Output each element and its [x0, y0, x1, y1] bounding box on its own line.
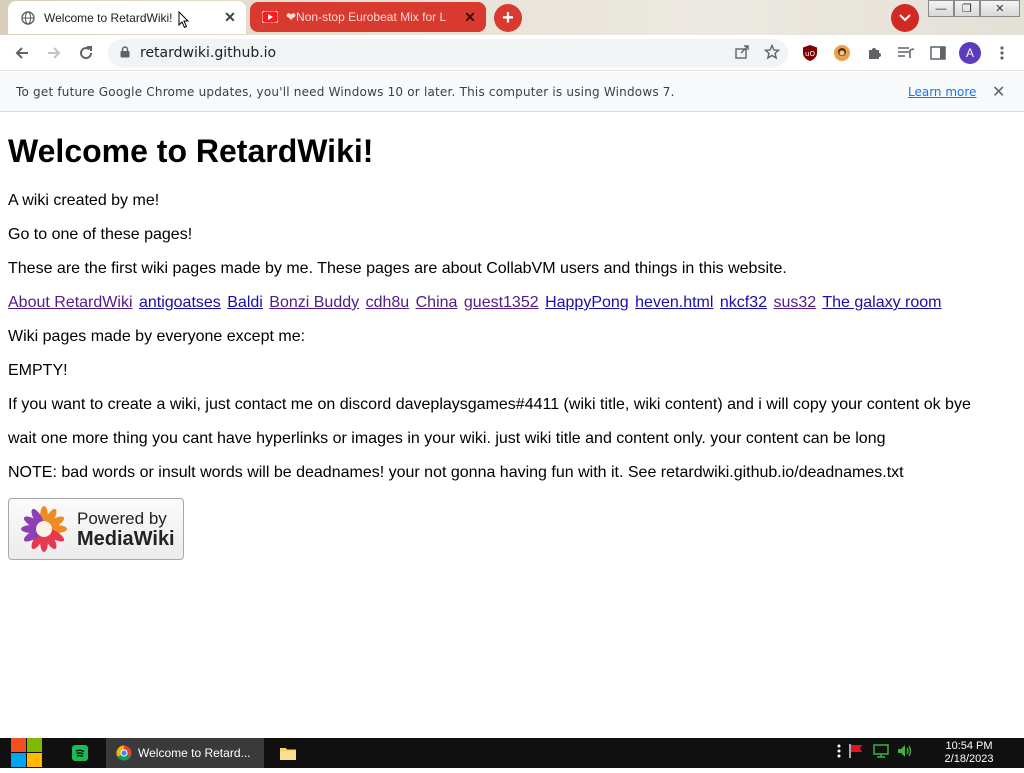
- paragraph: Wiki pages made by everyone except me:: [8, 328, 306, 345]
- reload-button[interactable]: [74, 41, 98, 65]
- lock-icon[interactable]: [120, 45, 130, 61]
- puzzle-extensions-icon[interactable]: [864, 43, 884, 63]
- link-heven-html[interactable]: heven.html: [635, 294, 713, 311]
- link-bonzi-buddy[interactable]: Bonzi Buddy: [269, 294, 359, 311]
- close-window-button[interactable]: ✕: [979, 0, 1020, 17]
- tab-retardwiki[interactable]: Welcome to RetardWiki! ✕: [8, 1, 246, 34]
- paragraph: Go to one of these pages!: [8, 226, 193, 243]
- svg-text:uO: uO: [805, 50, 815, 58]
- link-happypong[interactable]: HappyPong: [545, 294, 629, 311]
- infobar-close-button[interactable]: ✕: [992, 82, 1005, 101]
- back-button[interactable]: [10, 41, 34, 65]
- forward-button[interactable]: [42, 41, 66, 65]
- link-sus32[interactable]: sus32: [773, 294, 816, 311]
- link-china[interactable]: China: [416, 294, 458, 311]
- taskbar-clock[interactable]: 10:54 PM 2/18/2023: [934, 740, 1004, 766]
- tab-close-button[interactable]: ✕: [220, 8, 240, 28]
- link-nkcf32[interactable]: nkcf32: [720, 294, 767, 311]
- tab-eurobeat[interactable]: ❤Non-stop Eurobeat Mix for L ✕: [250, 2, 486, 32]
- tab-search-button[interactable]: [891, 4, 919, 32]
- page-title: Welcome to RetardWiki!: [8, 133, 374, 169]
- taskbar-window-title: Welcome to Retard...: [138, 746, 251, 760]
- arrow-left-icon: [15, 47, 28, 59]
- profile-extension-icon[interactable]: [832, 43, 852, 63]
- wiki-links: About RetardWiki antigoatses Baldi Bonzi…: [8, 294, 944, 312]
- mouse-cursor-icon: [178, 11, 190, 29]
- side-panel-icon[interactable]: [928, 43, 948, 63]
- link-antigoatses[interactable]: antigoatses: [139, 294, 221, 311]
- reload-icon: [80, 46, 93, 60]
- start-button[interactable]: [10, 738, 44, 768]
- mediawiki-logo-icon: [21, 506, 67, 552]
- volume-icon[interactable]: [896, 743, 914, 764]
- tab-title: ❤Non-stop Eurobeat Mix for L: [286, 10, 447, 24]
- chrome-taskbar-button[interactable]: Welcome to Retard...: [106, 738, 264, 768]
- network-icon[interactable]: [872, 743, 890, 764]
- clock-date: 2/18/2023: [944, 753, 994, 765]
- chrome-icon: [116, 745, 132, 761]
- windows-taskbar: Welcome to Retard... 10:54 PM 2/18/2023: [0, 738, 1024, 768]
- page-content: Welcome to RetardWiki! A wiki created by…: [0, 113, 1024, 738]
- link-guest1352[interactable]: guest1352: [464, 294, 539, 311]
- more-menu-icon[interactable]: [992, 43, 1012, 63]
- tab-close-button[interactable]: ✕: [460, 7, 480, 27]
- paragraph: EMPTY!: [8, 362, 68, 379]
- arrow-right-icon: [48, 47, 61, 59]
- link-cdh8u[interactable]: cdh8u: [366, 294, 410, 311]
- new-tab-button[interactable]: +: [494, 4, 522, 32]
- address-bar[interactable]: retardwiki.github.io: [108, 39, 788, 67]
- mediawiki-label: MediaWiki: [77, 528, 175, 550]
- window-controls: — ❐ ✕: [928, 0, 1020, 18]
- media-controls-icon[interactable]: [896, 43, 916, 63]
- folder-icon: [280, 748, 296, 760]
- url-text[interactable]: retardwiki.github.io: [140, 45, 276, 61]
- update-infobar: To get future Google Chrome updates, you…: [0, 72, 1024, 112]
- clock-time: 10:54 PM: [945, 740, 993, 752]
- paragraph: NOTE: bad words or insult words will be …: [8, 464, 904, 481]
- paragraph: These are the first wiki pages made by m…: [8, 260, 787, 277]
- globe-icon: [20, 10, 36, 26]
- ublock-extension-icon[interactable]: uO: [800, 43, 820, 63]
- youtube-icon: [262, 9, 278, 25]
- powered-by-label: Powered by: [77, 509, 167, 528]
- link-baldi[interactable]: Baldi: [227, 294, 263, 311]
- browser-toolbar: retardwiki.github.io uO A: [0, 35, 1024, 71]
- paragraph: If you want to create a wiki, just conta…: [8, 396, 971, 413]
- restore-button[interactable]: ❐: [953, 0, 980, 17]
- tab-strip: Welcome to RetardWiki! ✕ ❤Non-stop Eurob…: [0, 0, 1024, 35]
- action-center-flag-icon[interactable]: [848, 743, 866, 764]
- link-about-retardwiki[interactable]: About RetardWiki: [8, 294, 133, 311]
- file-explorer-taskbar-button[interactable]: [280, 738, 300, 768]
- spotify-taskbar-button[interactable]: [72, 738, 92, 768]
- windows-logo-icon: [11, 738, 42, 767]
- learn-more-link[interactable]: Learn more: [908, 85, 976, 99]
- powered-by-mediawiki-badge[interactable]: Powered by MediaWiki: [8, 498, 184, 560]
- spotify-icon: [72, 745, 88, 761]
- infobar-message: To get future Google Chrome updates, you…: [16, 85, 675, 99]
- tab-title: Welcome to RetardWiki!: [44, 10, 173, 25]
- system-tray: [836, 738, 914, 768]
- overflow-icon[interactable]: [836, 743, 842, 764]
- paragraph: wait one more thing you cant have hyperl…: [8, 430, 886, 447]
- star-icon[interactable]: [763, 43, 781, 64]
- paragraph: A wiki created by me!: [8, 192, 160, 209]
- minimize-button[interactable]: —: [928, 0, 954, 17]
- share-icon[interactable]: [734, 44, 750, 64]
- chevron-down-icon: [899, 14, 911, 22]
- profile-avatar[interactable]: A: [959, 42, 981, 64]
- link-the-galaxy-room[interactable]: The galaxy room: [822, 294, 941, 311]
